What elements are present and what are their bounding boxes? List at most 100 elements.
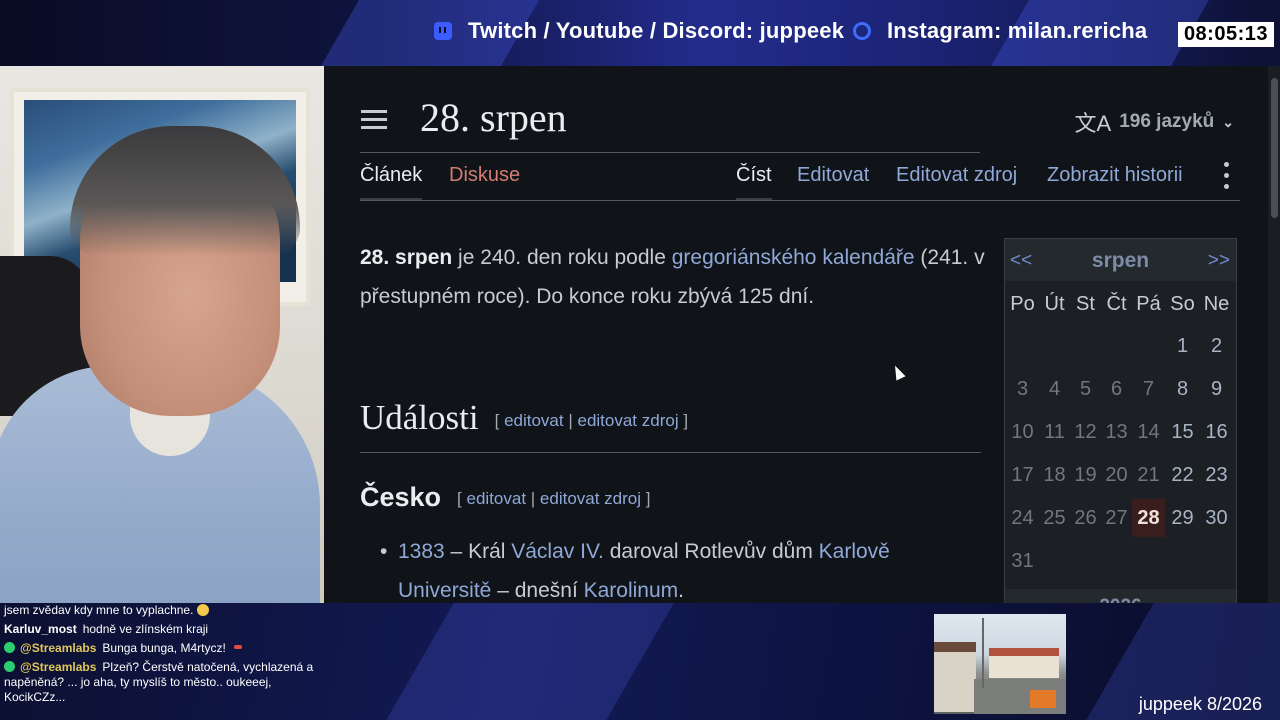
calendar-day[interactable]: 16 — [1200, 413, 1233, 451]
mouse-cursor — [890, 363, 906, 381]
banner-instagram-text: Instagram: milan.rericha — [887, 18, 1148, 43]
calendar-day[interactable]: 2 — [1200, 327, 1233, 365]
calendar-day[interactable]: 11 — [1038, 413, 1071, 451]
bottom-stripe — [386, 603, 674, 720]
section-title: Česko — [360, 482, 442, 512]
calendar-day[interactable]: 24 — [1006, 499, 1039, 537]
link-vaclav-iv[interactable]: Václav IV. — [511, 540, 604, 563]
intro-text: je 240. den roku podle — [452, 246, 672, 269]
calendar-day[interactable]: 18 — [1038, 456, 1071, 494]
tab-talk[interactable]: Diskuse — [449, 164, 520, 187]
calendar-day[interactable]: 17 — [1006, 456, 1039, 494]
calendar-day[interactable]: 30 — [1200, 499, 1233, 537]
link-gregorian-calendar[interactable]: gregoriánského kalendáře — [672, 246, 915, 269]
list-item: 1383 – Král Václav IV. daroval Rotlevův … — [380, 532, 980, 603]
language-count: 196 jazyků — [1119, 111, 1215, 132]
calendar-day-today[interactable]: 28 — [1132, 499, 1165, 537]
calendar-day[interactable]: 25 — [1038, 499, 1071, 537]
calendar-day[interactable]: 12 — [1069, 413, 1102, 451]
calendar-day[interactable]: 26 — [1069, 499, 1102, 537]
more-actions-icon[interactable] — [1224, 162, 1230, 192]
calendar-month[interactable]: srpen — [1005, 249, 1236, 273]
edit-section-links: [ editovat | editovat zdroj ] — [494, 410, 689, 430]
calendar-day[interactable]: 1 — [1166, 327, 1199, 365]
link-karolinum[interactable]: Karolinum — [584, 579, 679, 602]
calendar-day[interactable]: 10 — [1006, 413, 1039, 451]
chat-message: @Streamlabs Plzeň? Čerstvě natočená, vych… — [4, 660, 326, 705]
calendar-weekday: Po — [1010, 293, 1035, 315]
edit-section-links: [ editovat | editovat zdroj ] — [457, 488, 651, 508]
emote-icon — [197, 604, 210, 616]
calendar-day[interactable]: 14 — [1132, 413, 1165, 451]
calendar-day[interactable]: 23 — [1200, 456, 1233, 494]
calendar-weekday: Čt — [1106, 293, 1127, 315]
chat-user: Karluv_most — [4, 622, 77, 636]
page-tabs: Článek Diskuse Číst Editovat Editovat zd… — [360, 164, 1240, 201]
chat-user: @Streamlabs — [20, 641, 97, 655]
edit-source-section-link[interactable]: editovat zdroj — [577, 411, 678, 430]
calendar-day[interactable]: 7 — [1132, 370, 1165, 408]
stream-signature: juppeek 8/2026 — [1138, 694, 1262, 714]
calendar-day[interactable]: 27 — [1100, 499, 1133, 537]
calendar-day[interactable]: 20 — [1100, 456, 1133, 494]
tab-read[interactable]: Číst — [736, 164, 772, 201]
calendar-year[interactable]: 2026 — [1005, 589, 1236, 603]
chat-user: @Streamlabs — [20, 660, 97, 674]
chevron-down-icon: ⌄ — [1222, 113, 1234, 130]
calendar-weekday: Ne — [1203, 293, 1230, 315]
menu-icon[interactable] — [361, 110, 387, 130]
chat-message: @Streamlabs Bunga bunga, M4rtycz! — [4, 641, 326, 656]
chat-text: Bunga bunga, M4rtycz! — [102, 641, 226, 655]
clock: 08:05:13 — [1177, 22, 1274, 47]
intro-paragraph: 28. srpen je 240. den roku podle gregori… — [360, 238, 990, 316]
divider — [360, 200, 1240, 201]
tab-history[interactable]: Zobrazit historii — [1047, 164, 1183, 187]
calendar-day[interactable]: 19 — [1069, 456, 1102, 494]
calendar-next-link[interactable]: >> — [1208, 250, 1230, 272]
calendar-day[interactable]: 21 — [1132, 456, 1165, 494]
edit-section-link[interactable]: editovat — [504, 411, 564, 430]
streamlabs-badge-icon — [4, 642, 15, 653]
stream-overlay: Twitch / Youtube / Discord: juppeek Inst… — [0, 0, 1280, 720]
instagram-icon — [853, 22, 871, 40]
calendar-day[interactable]: 9 — [1200, 370, 1233, 408]
calendar-day[interactable]: 13 — [1100, 413, 1133, 451]
chat-message: Karluv_most hodně ve zlínském kraji — [4, 622, 326, 637]
streamlabs-badge-icon — [4, 661, 15, 672]
banner-socials-text: Twitch / Youtube / Discord: juppeek — [468, 18, 845, 43]
calendar-day[interactable]: 29 — [1166, 499, 1199, 537]
calendar-weekday: Pá — [1136, 293, 1161, 315]
calendar-day[interactable]: 6 — [1100, 370, 1133, 408]
calendar-day[interactable]: 31 — [1006, 542, 1039, 580]
banner-instagram: Instagram: milan.rericha — [853, 18, 1147, 44]
tab-edit[interactable]: Editovat — [797, 164, 869, 187]
section-title: Události — [360, 398, 479, 437]
calendar-day[interactable]: 4 — [1038, 370, 1071, 408]
calendar-header: srpen << >> — [1005, 239, 1236, 281]
link-year-1383[interactable]: 1383 — [398, 540, 445, 563]
section-heading-events: Události [ editovat | editovat zdroj ] — [360, 398, 688, 438]
tab-edit-source[interactable]: Editovat zdroj — [896, 164, 1017, 187]
translate-icon: 文A — [1074, 111, 1112, 136]
calendar-weekday: So — [1170, 293, 1195, 315]
scrollbar-thumb[interactable] — [1271, 78, 1278, 218]
page-title: 28. srpen — [420, 95, 567, 140]
chat-overlay: jsem zvědav kdy mne to vyplachne. Karluv… — [0, 603, 330, 720]
calendar-prev-link[interactable]: << — [1010, 250, 1032, 272]
banner-socials: Twitch / Youtube / Discord: juppeek — [434, 18, 844, 44]
calendar-weekday: Út — [1044, 293, 1065, 315]
edit-section-link[interactable]: editovat — [467, 489, 527, 508]
scrollbar[interactable] — [1268, 66, 1280, 603]
calendar-day[interactable]: 22 — [1166, 456, 1199, 494]
top-banner: Twitch / Youtube / Discord: juppeek Inst… — [0, 0, 1280, 66]
calendar-day[interactable]: 5 — [1069, 370, 1102, 408]
calendar-day[interactable]: 8 — [1166, 370, 1199, 408]
edit-source-section-link[interactable]: editovat zdroj — [540, 489, 641, 508]
tab-article[interactable]: Článek — [360, 164, 423, 201]
language-selector[interactable]: 文A 196 jazyků ⌄ — [1075, 106, 1235, 138]
twitch-icon — [434, 22, 452, 40]
webcam-feed — [0, 66, 324, 603]
divider — [360, 152, 980, 153]
calendar-day[interactable]: 15 — [1166, 413, 1199, 451]
calendar-day[interactable]: 3 — [1006, 370, 1039, 408]
